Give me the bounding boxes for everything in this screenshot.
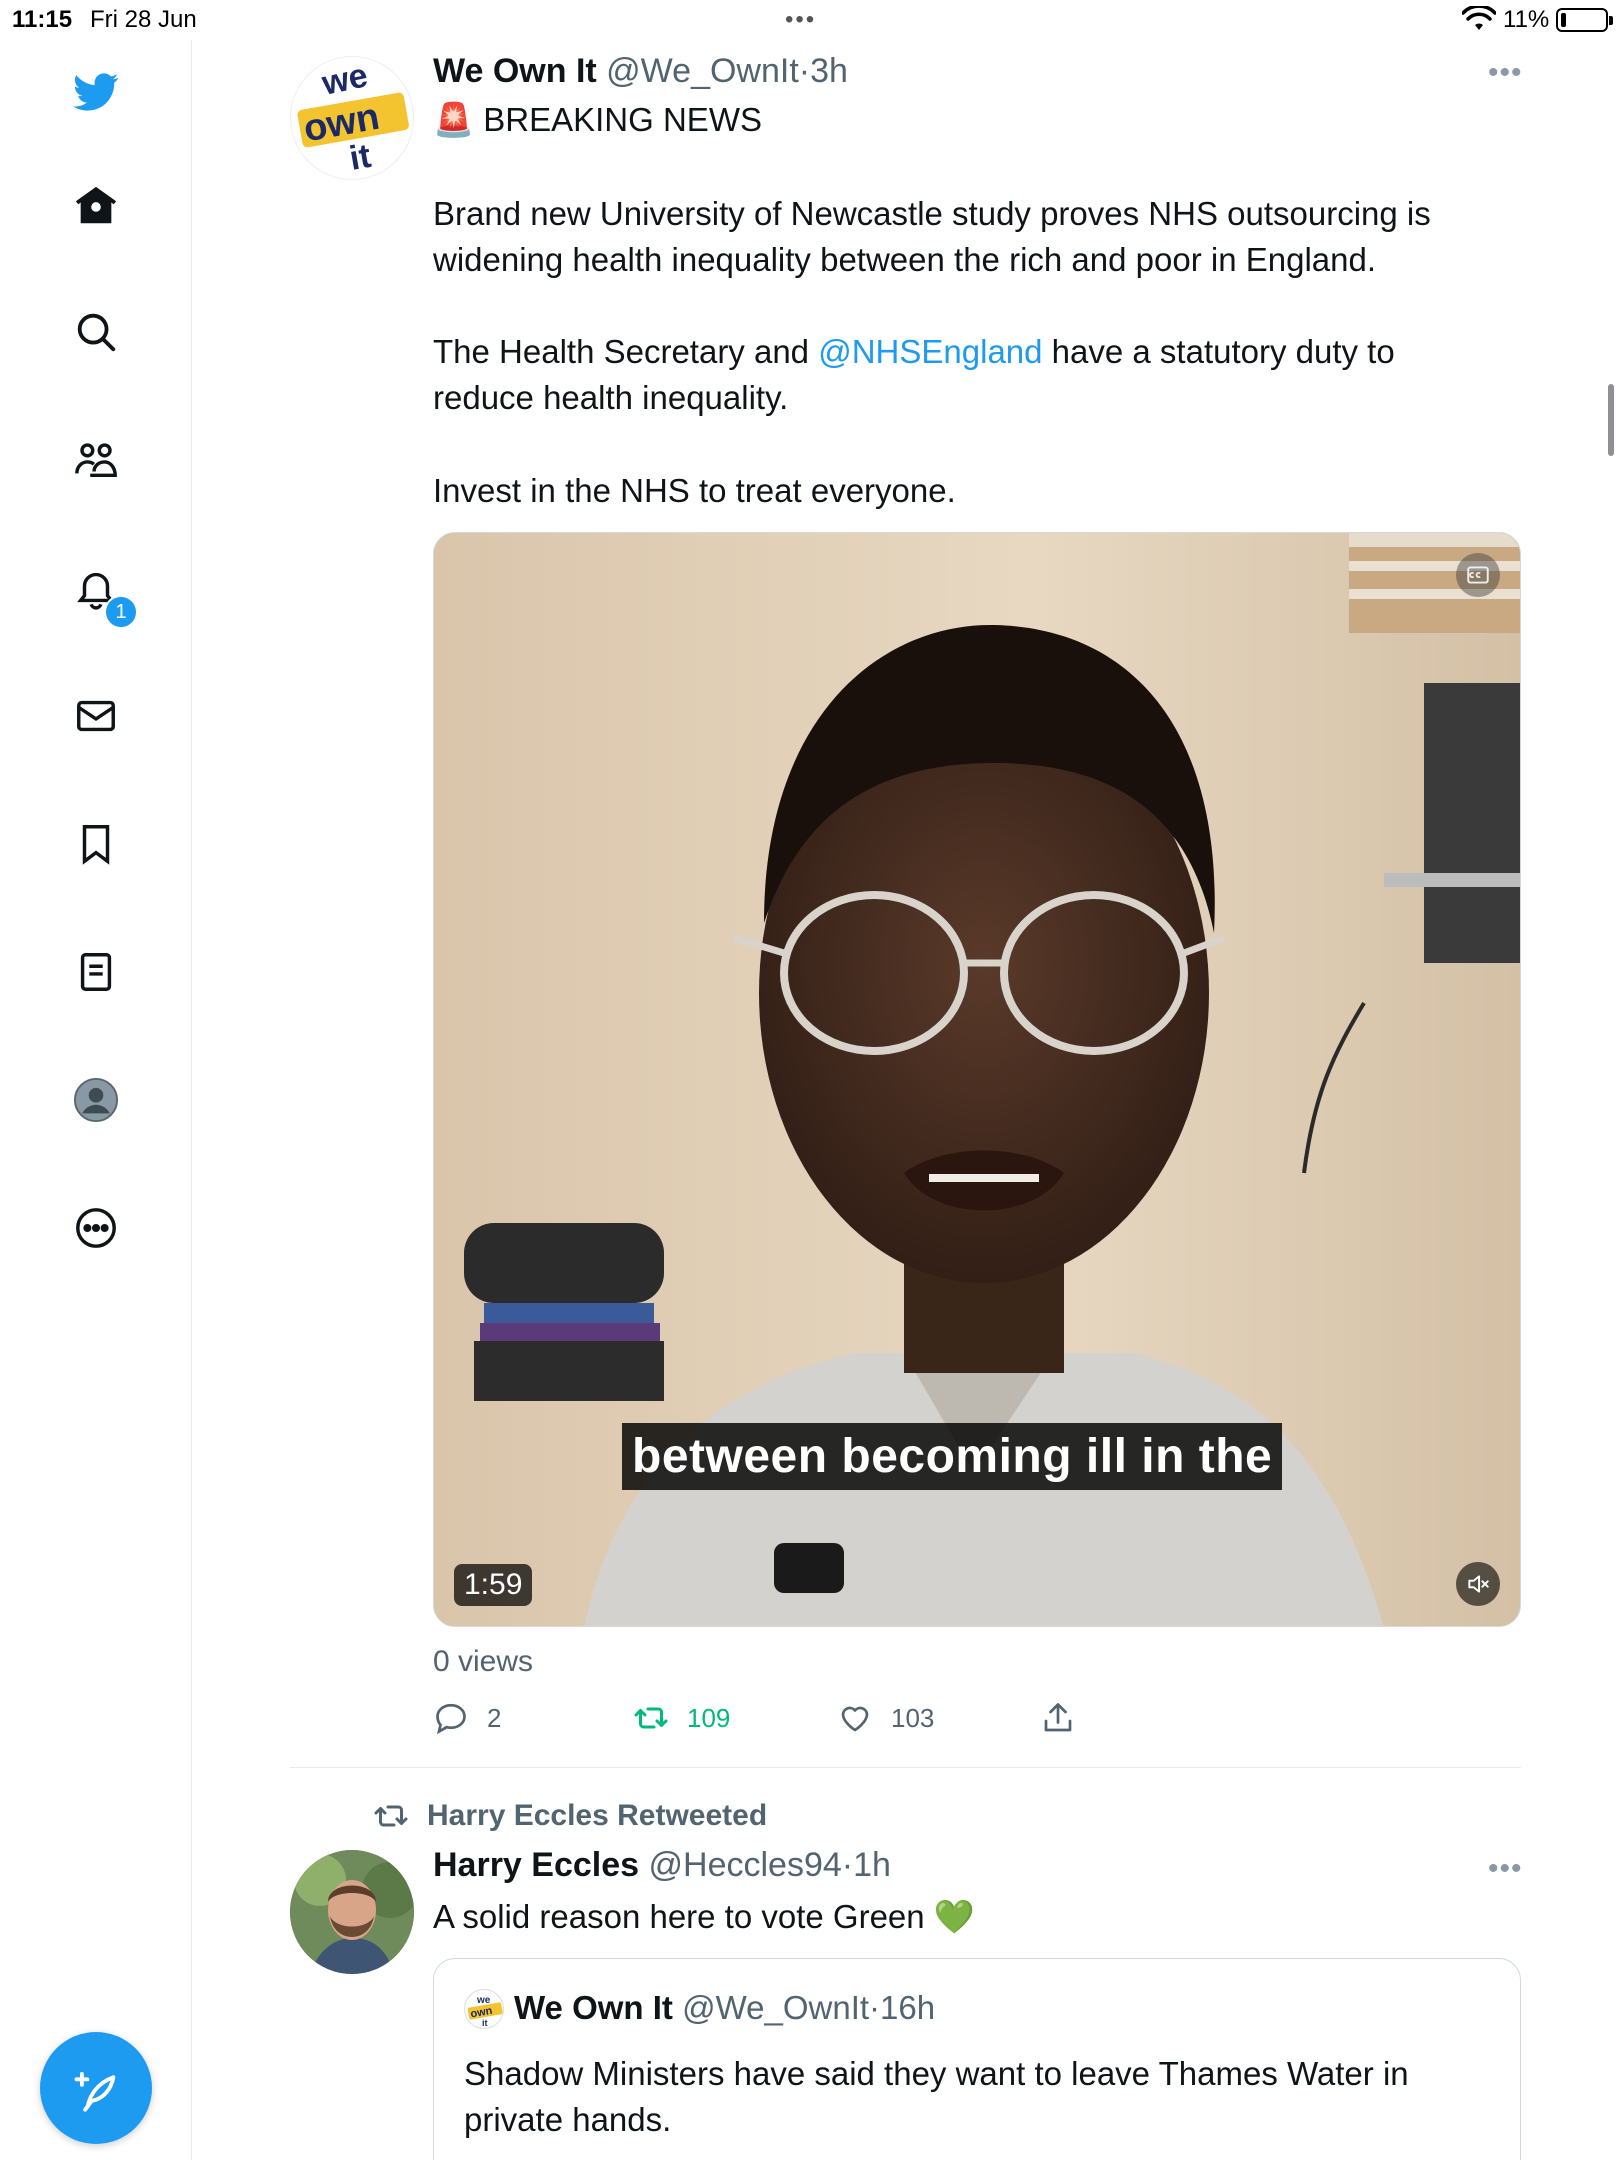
quoted-author-name: We Own It bbox=[514, 1989, 673, 2026]
status-time: 11:15 bbox=[12, 6, 73, 33]
siren-emoji: 🚨 bbox=[433, 101, 475, 138]
battery-icon bbox=[1556, 8, 1613, 32]
retweet-count: 109 bbox=[687, 1702, 731, 1733]
separator-dot: · bbox=[798, 52, 811, 90]
status-date: Fri 28 Jun bbox=[90, 6, 197, 33]
twitter-logo-icon[interactable] bbox=[66, 62, 126, 122]
para2-before: The Health Secretary and bbox=[433, 333, 819, 370]
lists-icon[interactable] bbox=[66, 942, 126, 1002]
heart-icon bbox=[841, 1706, 869, 1732]
author-name[interactable]: We Own It bbox=[433, 52, 597, 90]
view-count: 0 views bbox=[433, 1645, 534, 1678]
share-button[interactable] bbox=[1040, 1700, 1094, 1736]
notification-badge: 1 bbox=[104, 595, 138, 629]
quoted-tweet[interactable]: we own it We Own It @We_OwnIt·16h Shadow… bbox=[433, 1958, 1521, 2160]
sidebar-nav: 1 bbox=[0, 40, 192, 2160]
compose-tweet-button[interactable] bbox=[40, 2032, 152, 2144]
author-handle[interactable]: @Heccles94 bbox=[649, 1846, 842, 1884]
svg-text:we: we bbox=[318, 57, 371, 103]
tweet-more-button[interactable]: ••• bbox=[1488, 56, 1523, 90]
avatar[interactable]: we own it bbox=[290, 56, 414, 180]
wifi-icon bbox=[1462, 6, 1496, 30]
video-duration: 1:59 bbox=[454, 1564, 533, 1606]
like-button[interactable]: 103 bbox=[837, 1700, 934, 1736]
scroll-indicator[interactable] bbox=[1608, 384, 1614, 456]
avatar: we own it bbox=[464, 1989, 504, 2029]
separator-dot: · bbox=[841, 1846, 854, 1884]
search-icon[interactable] bbox=[66, 302, 126, 362]
tweet-header: We Own It @We_OwnIt·3h bbox=[433, 52, 848, 91]
status-bar: 11:15 Fri 28 Jun ••• 11% bbox=[0, 0, 1620, 40]
retweeted-by[interactable]: Harry Eccles Retweeted bbox=[373, 1798, 767, 1834]
video-player[interactable]: between becoming ill in the 1:59 bbox=[433, 532, 1521, 1627]
svg-text:it: it bbox=[347, 137, 374, 178]
author-handle[interactable]: @We_OwnIt bbox=[606, 52, 799, 90]
tweet-paragraph-2: The Health Secretary and @NHSEngland hav… bbox=[433, 329, 1433, 421]
profile-icon[interactable] bbox=[66, 1070, 126, 1130]
compose-feather-icon bbox=[74, 2071, 116, 2112]
harry-eccles-photo bbox=[290, 1850, 414, 1974]
avatar[interactable] bbox=[290, 1850, 414, 1974]
share-icon bbox=[1044, 1703, 1072, 1732]
tweet-more-button[interactable]: ••• bbox=[1488, 1852, 1523, 1886]
battery-level bbox=[1561, 13, 1566, 27]
battery-percent: 11% bbox=[1503, 6, 1550, 33]
breaking-news-text: BREAKING NEWS bbox=[483, 101, 762, 138]
more-icon[interactable] bbox=[66, 1198, 126, 1258]
tweet-time[interactable]: 3h bbox=[810, 52, 848, 90]
messages-icon[interactable] bbox=[66, 686, 126, 746]
reply-count: 2 bbox=[487, 1702, 502, 1733]
tweet-header: Harry Eccles @Heccles94·1h bbox=[433, 1846, 891, 1885]
reply-icon bbox=[436, 1703, 466, 1735]
separator-dot: · bbox=[869, 1989, 881, 2026]
tweet-time[interactable]: 1h bbox=[853, 1846, 891, 1884]
home-icon[interactable] bbox=[66, 176, 126, 236]
quoted-tweet-time: 16h bbox=[880, 1989, 936, 2026]
retweet-button[interactable]: 109 bbox=[633, 1700, 730, 1736]
tweet-text-body: A solid reason here to vote Green bbox=[433, 1898, 925, 1935]
svg-text:own: own bbox=[300, 96, 382, 151]
tweet-divider bbox=[290, 1767, 1521, 1768]
svg-text:it: it bbox=[482, 2018, 488, 2028]
author-name[interactable]: Harry Eccles bbox=[433, 1846, 639, 1884]
mute-button[interactable] bbox=[1456, 1562, 1500, 1606]
green-heart-emoji: 💚 bbox=[933, 1898, 975, 1935]
tweet-text: A solid reason here to vote Green 💚 bbox=[433, 1894, 975, 1940]
bookmarks-icon[interactable] bbox=[66, 814, 126, 874]
retweeted-by-label: Harry Eccles Retweeted bbox=[427, 1799, 768, 1832]
communities-icon[interactable] bbox=[66, 430, 126, 490]
captions-icon bbox=[1467, 566, 1489, 584]
quoted-author-handle: @We_OwnIt bbox=[682, 1989, 870, 2026]
reply-button[interactable]: 2 bbox=[433, 1700, 501, 1736]
captions-button[interactable] bbox=[1456, 553, 1500, 597]
we-own-it-logo: we own it bbox=[297, 57, 409, 178]
video-caption: between becoming ill in the bbox=[622, 1423, 1283, 1490]
tweet-paragraph-3: Invest in the NHS to treat everyone. bbox=[433, 472, 956, 509]
quoted-tweet-header: We Own It @We_OwnIt·16h bbox=[514, 1989, 935, 2027]
retweet-icon bbox=[374, 1805, 408, 1827]
tweet-line-1: 🚨 BREAKING NEWS bbox=[433, 97, 762, 143]
we-own-it-logo: we own it bbox=[467, 1995, 503, 2028]
like-count: 103 bbox=[891, 1702, 935, 1733]
quoted-tweet-text: Shadow Ministers have said they want to … bbox=[464, 2055, 1409, 2138]
retweet-icon bbox=[634, 1707, 668, 1729]
speaker-muted-icon bbox=[1468, 1575, 1489, 1593]
tweet-paragraph-1: Brand new University of Newcastle study … bbox=[433, 195, 1431, 278]
multitask-dots[interactable]: ••• bbox=[785, 6, 816, 34]
mention-link[interactable]: @NHSEngland bbox=[818, 333, 1042, 370]
